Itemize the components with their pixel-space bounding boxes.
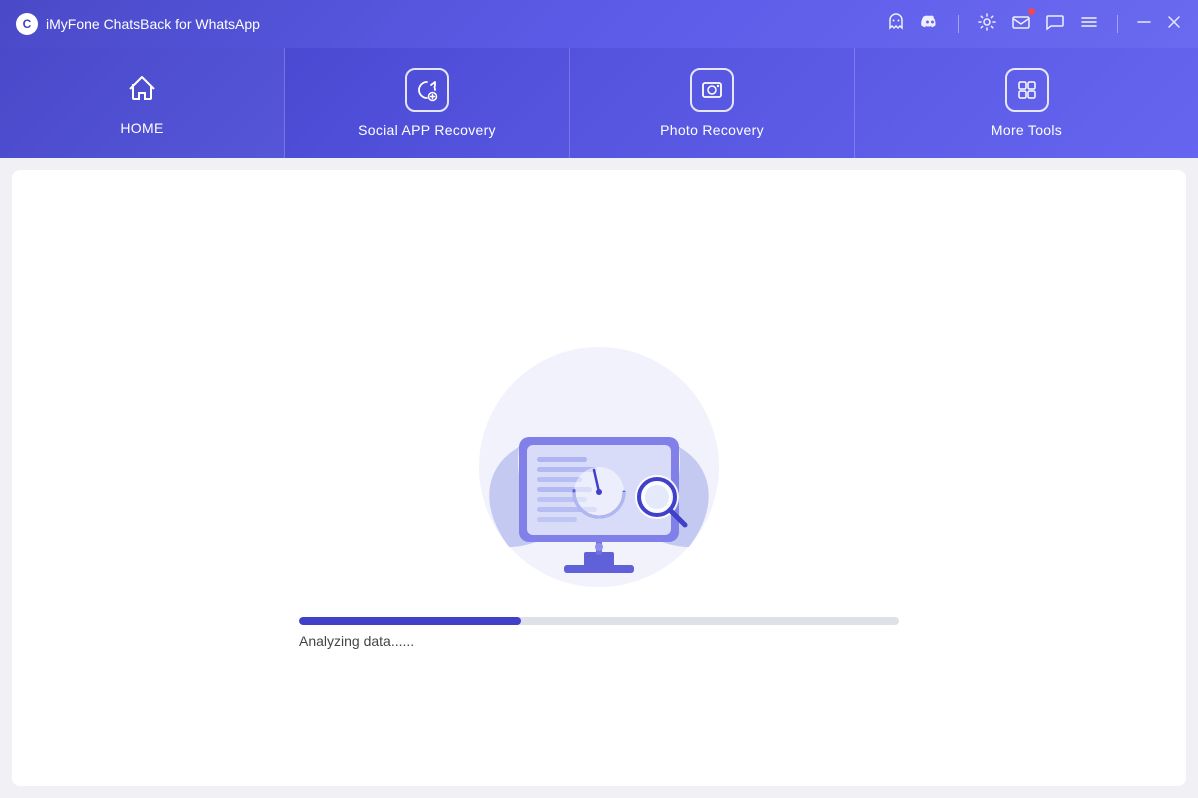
ghost-icon[interactable] [886,12,906,37]
more-icon-box [1005,68,1049,112]
nav-social[interactable]: Social APP Recovery [285,48,570,158]
main-content: Analyzing data...... [12,170,1186,786]
nav-home-label: HOME [120,120,163,136]
minimize-button[interactable] [1136,14,1152,35]
close-button[interactable] [1166,14,1182,35]
photo-icon-box [690,68,734,112]
progress-container: Analyzing data...... [299,617,899,649]
discord-icon[interactable] [920,12,940,37]
progress-fill [299,617,521,625]
nav-more[interactable]: More Tools [855,48,1198,158]
nav-more-label: More Tools [991,122,1062,138]
titlebar-actions [886,12,1182,37]
divider [958,15,959,33]
nav-photo-label: Photo Recovery [660,122,764,138]
home-icon [124,71,160,110]
progress-label: Analyzing data...... [299,633,414,649]
divider2 [1117,15,1118,33]
analyzing-illustration [389,307,809,587]
social-icon-box [405,68,449,112]
navbar: HOME Social APP Recovery Photo Recovery [0,48,1198,158]
app-logo: C [16,13,38,35]
app-title: iMyFone ChatsBack for WhatsApp [46,16,886,32]
titlebar: C iMyFone ChatsBack for WhatsApp [0,0,1198,48]
mail-badge [1028,8,1035,15]
nav-photo[interactable]: Photo Recovery [570,48,855,158]
nav-home[interactable]: HOME [0,48,285,158]
menu-icon[interactable] [1079,12,1099,37]
progress-track [299,617,899,625]
nav-social-label: Social APP Recovery [358,122,496,138]
chat-icon[interactable] [1045,12,1065,37]
svg-text:C: C [23,17,32,31]
settings-icon[interactable] [977,12,997,37]
mail-icon[interactable] [1011,12,1031,37]
